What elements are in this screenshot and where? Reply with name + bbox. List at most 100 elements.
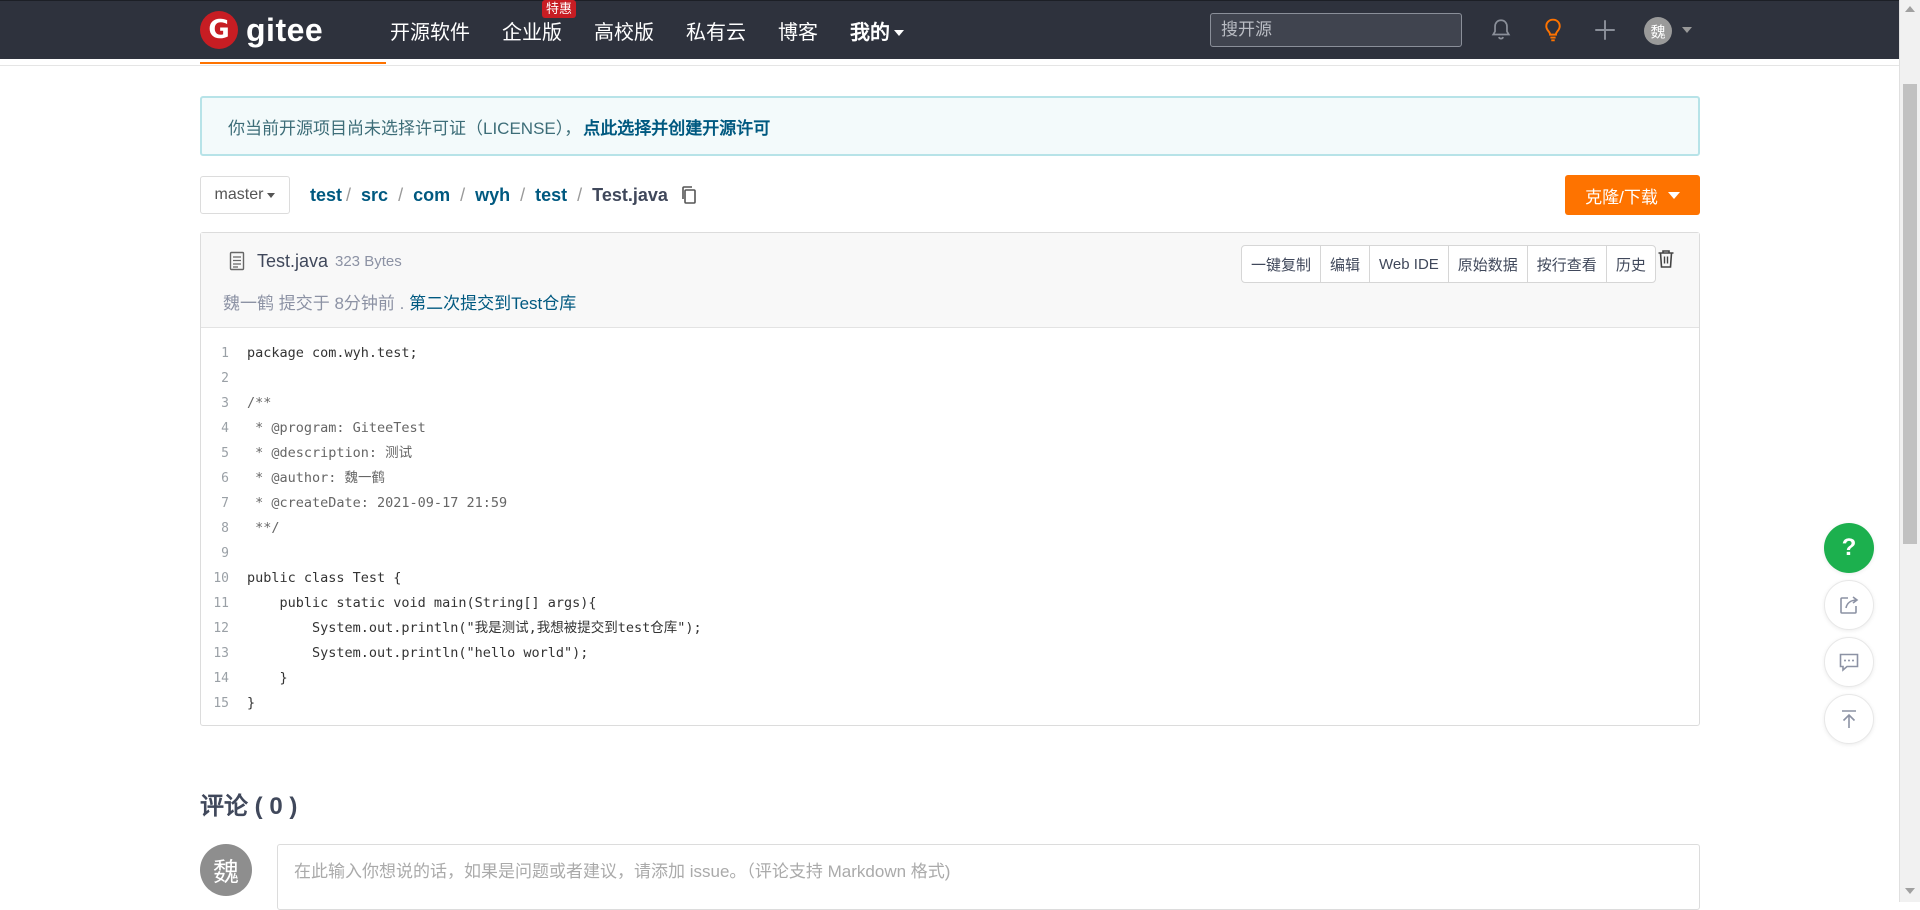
code-text: } xyxy=(247,695,256,711)
page-scrollbar[interactable] xyxy=(1899,0,1920,902)
chevron-down-icon xyxy=(267,192,276,198)
breadcrumb-dir-wyh[interactable]: wyh xyxy=(475,185,510,206)
file-header: Test.java 323 Bytes 魏一鹤 提交于 8分钟前 . 第二次提交… xyxy=(201,233,1699,328)
code-line: 15} xyxy=(201,691,1699,716)
line-number: 10 xyxy=(213,571,229,586)
commit-message-link[interactable]: 第二次提交到Test仓库 xyxy=(409,294,576,313)
code-line: 3 /** xyxy=(201,391,1699,416)
code-line: 4 * @program: GiteeTest xyxy=(201,416,1699,441)
top-navbar: G gitee 开源软件 企业版 特惠 高校版 私有云 博客 我的 魏 xyxy=(0,0,1900,59)
license-alert-text: 你当前开源项目尚未选择许可证（LICENSE）， xyxy=(228,118,582,138)
create-license-link[interactable]: 点此选择并创建开源许可 xyxy=(583,114,770,139)
blame-button[interactable]: 按行查看 xyxy=(1528,246,1607,282)
breadcrumb-dir-src[interactable]: src xyxy=(361,185,388,206)
line-number: 6 xyxy=(221,471,229,486)
chevron-down-icon xyxy=(894,30,904,37)
nav-item-enterprise-label: 企业版 xyxy=(502,21,562,44)
code-line: 11 public static void main(String[] args… xyxy=(201,591,1699,616)
breadcrumb-repo[interactable]: test xyxy=(310,185,342,206)
license-alert: 你当前开源项目尚未选择许可证（LICENSE）， 点此选择并创建开源许可 xyxy=(200,96,1700,156)
breadcrumb-dir-test[interactable]: test xyxy=(535,185,567,206)
bell-icon[interactable] xyxy=(1488,17,1514,43)
file-viewer: Test.java 323 Bytes 魏一鹤 提交于 8分钟前 . 第二次提交… xyxy=(200,232,1700,726)
code-line: 5 * @description: 测试 xyxy=(201,441,1699,466)
trash-icon[interactable] xyxy=(1657,249,1675,269)
code-line: 9 xyxy=(201,541,1699,566)
history-button[interactable]: 历史 xyxy=(1607,246,1655,282)
edit-button[interactable]: 编辑 xyxy=(1321,246,1371,282)
code-line: 1 package com.wyh.test; xyxy=(201,341,1699,366)
line-number: 11 xyxy=(213,596,229,611)
line-number: 2 xyxy=(221,371,229,386)
help-button[interactable]: ? xyxy=(1824,523,1874,573)
branch-select[interactable]: master xyxy=(200,176,290,214)
breadcrumb-file: Test.java xyxy=(592,184,668,205)
arrow-up-icon xyxy=(1842,710,1856,728)
clone-download-button[interactable]: 克隆/下载 xyxy=(1565,175,1700,215)
scroll-down-icon[interactable] xyxy=(1905,888,1915,894)
breadcrumb-separator: / xyxy=(577,184,583,205)
plus-icon[interactable] xyxy=(1592,17,1618,43)
nav-item-blog[interactable]: 博客 xyxy=(778,16,818,45)
line-number: 4 xyxy=(221,421,229,436)
nav-item-mine-label: 我的 xyxy=(850,21,890,44)
line-number: 1 xyxy=(221,346,229,361)
chevron-down-icon xyxy=(1667,191,1680,199)
feedback-button[interactable] xyxy=(1824,637,1874,687)
code-text: **/ xyxy=(247,520,280,536)
line-number: 14 xyxy=(213,671,229,686)
code-line: 13 System.out.println("hello world"); xyxy=(201,641,1699,666)
lightbulb-icon[interactable] xyxy=(1540,17,1566,43)
gitee-logo[interactable]: G gitee xyxy=(200,9,323,51)
copy-path-icon[interactable] xyxy=(680,185,698,205)
main-nav: 开源软件 企业版 特惠 高校版 私有云 博客 我的 xyxy=(390,0,936,59)
code-text: package com.wyh.test; xyxy=(247,345,418,361)
line-number: 7 xyxy=(221,496,229,511)
code-line: 2 xyxy=(201,366,1699,391)
nav-item-open-source[interactable]: 开源软件 xyxy=(390,16,470,45)
code-text: } xyxy=(247,670,288,686)
line-number: 9 xyxy=(221,546,229,561)
share-button[interactable] xyxy=(1824,580,1874,630)
line-number: 8 xyxy=(221,521,229,536)
code-text: * @program: GiteeTest xyxy=(247,420,426,436)
back-to-top-button[interactable] xyxy=(1824,694,1874,744)
comment-input[interactable] xyxy=(277,844,1700,910)
divider xyxy=(0,65,1900,66)
code-line: 10 public class Test { xyxy=(201,566,1699,591)
scrollbar-thumb[interactable] xyxy=(1903,84,1917,544)
comments-title: 评论 ( 0 ) xyxy=(200,793,298,820)
code-text: * @author: 魏一鹤 xyxy=(247,470,386,486)
commit-author-time: 魏一鹤 提交于 8分钟前 . xyxy=(223,294,405,313)
last-commit: 魏一鹤 提交于 8分钟前 . 第二次提交到Test仓库 xyxy=(223,289,576,314)
breadcrumb-separator: / xyxy=(346,184,352,205)
avatar-chevron-down-icon[interactable] xyxy=(1682,27,1692,33)
breadcrumb-dir-com[interactable]: com xyxy=(413,185,450,206)
file-icon xyxy=(229,251,245,271)
nav-item-education[interactable]: 高校版 xyxy=(594,16,654,45)
code-text: * @description: 测试 xyxy=(247,445,413,461)
nav-item-enterprise[interactable]: 企业版 特惠 xyxy=(502,0,576,45)
breadcrumb-separator: / xyxy=(460,184,466,205)
line-number: 3 xyxy=(221,396,229,411)
promo-badge: 特惠 xyxy=(541,0,576,18)
nav-item-private-cloud[interactable]: 私有云 xyxy=(686,16,746,45)
code-text: public class Test { xyxy=(247,570,402,586)
code-line: 8 **/ xyxy=(201,516,1699,541)
comment-icon xyxy=(1839,653,1859,672)
code-text: public static void main(String[] args){ xyxy=(247,595,597,611)
code-text: * @createDate: 2021-09-17 21:59 xyxy=(247,495,508,511)
search-input[interactable] xyxy=(1210,13,1462,47)
breadcrumb-separator: / xyxy=(398,184,404,205)
nav-item-mine[interactable]: 我的 xyxy=(850,16,904,45)
breadcrumb: test / src / com / wyh / test / Test.jav… xyxy=(310,176,698,214)
raw-button[interactable]: 原始数据 xyxy=(1449,246,1528,282)
file-name: Test.java xyxy=(257,251,329,271)
user-avatar[interactable]: 魏 xyxy=(1644,17,1672,45)
copy-all-button[interactable]: 一键复制 xyxy=(1242,246,1322,282)
code-line: 7 * @createDate: 2021-09-17 21:59 xyxy=(201,491,1699,516)
web-ide-button[interactable]: Web IDE xyxy=(1370,246,1449,282)
scroll-up-icon[interactable] xyxy=(1905,6,1915,12)
line-number: 12 xyxy=(213,621,229,636)
gitee-logo-icon: G xyxy=(200,11,238,49)
